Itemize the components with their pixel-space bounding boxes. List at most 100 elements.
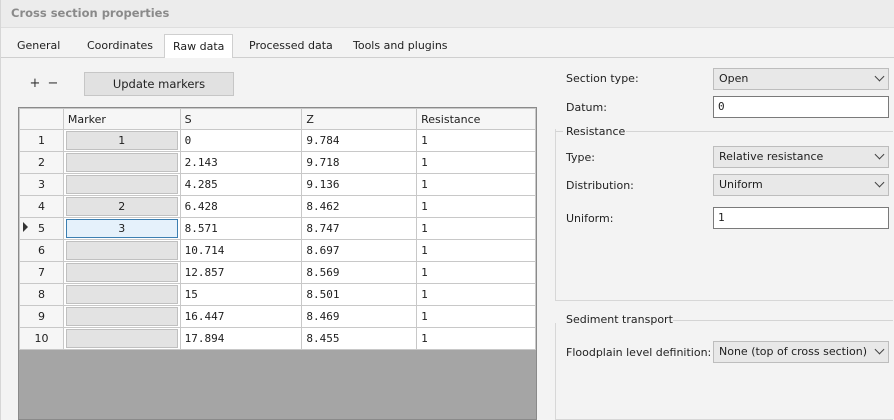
chevron-down-icon [874, 71, 885, 82]
z-cell[interactable]: 8.462 [301, 195, 418, 218]
resistance-cell[interactable]: 1 [416, 283, 536, 306]
resistance-cell[interactable]: 1 [416, 151, 536, 174]
row-header[interactable]: 1 [19, 129, 64, 152]
marker-cell-button[interactable] [65, 329, 178, 348]
row-header[interactable]: 5 [19, 217, 64, 240]
marker-cell-button[interactable] [65, 285, 178, 304]
remove-row-button[interactable]: − [45, 76, 61, 92]
resistance-type-label: Type: [566, 151, 595, 164]
table-row[interactable]: 4 2 6.428 8.462 1 [19, 195, 536, 218]
floodplain-level-dropdown[interactable]: None (top of cross section) [713, 341, 889, 363]
column-header-resistance[interactable]: Resistance [416, 108, 536, 130]
z-cell[interactable]: 8.501 [301, 283, 418, 306]
resistance-cell[interactable]: 1 [416, 195, 536, 218]
resistance-cell[interactable]: 1 [416, 173, 536, 196]
marker-cell-button[interactable] [65, 241, 178, 260]
s-cell[interactable]: 10.714 [179, 239, 303, 262]
z-cell[interactable]: 9.136 [301, 173, 418, 196]
sediment-transport-group-title: Sediment transport [566, 313, 673, 326]
tab-raw-data[interactable]: Raw data [164, 34, 234, 59]
group-line [626, 131, 893, 132]
cross-section-properties-window: Cross section properties General Coordin… [0, 0, 894, 420]
s-cell[interactable]: 17.894 [179, 327, 303, 350]
chevron-down-icon [874, 344, 885, 355]
marker-cell-button[interactable] [65, 175, 178, 194]
table-row[interactable]: 3 4.285 9.136 1 [19, 173, 536, 196]
tab-strip: General Coordinates Raw data Processed d… [1, 34, 894, 59]
z-cell[interactable]: 8.469 [301, 305, 418, 328]
update-markers-button[interactable]: Update markers [84, 72, 234, 96]
corner-header [19, 108, 64, 130]
section-type-label: Section type: [566, 72, 639, 85]
tab-tools-and-plugins[interactable]: Tools and plugins [345, 34, 456, 58]
group-line [673, 320, 893, 321]
group-line [555, 131, 563, 132]
floodplain-level-value: None (top of cross section) [719, 345, 868, 358]
resistance-type-value: Relative resistance [719, 150, 824, 163]
marker-cell-button[interactable] [65, 307, 178, 326]
z-cell[interactable]: 8.747 [301, 217, 418, 240]
row-header[interactable]: 6 [19, 239, 64, 262]
resistance-cell[interactable]: 1 [416, 129, 536, 152]
raw-data-grid[interactable]: Marker S Z Resistance 1 1 0 9.784 1 2 2.… [18, 107, 537, 420]
z-cell[interactable]: 8.569 [301, 261, 418, 284]
table-row[interactable]: 8 15 8.501 1 [19, 283, 536, 306]
resistance-cell[interactable]: 1 [416, 261, 536, 284]
marker-cell-button[interactable]: 3 [65, 219, 178, 238]
z-cell[interactable]: 9.718 [301, 151, 418, 174]
floodplain-level-label: Floodplain level definition: [566, 346, 712, 359]
datum-input[interactable]: 0 [713, 96, 889, 118]
row-header[interactable]: 4 [19, 195, 64, 218]
section-type-dropdown[interactable]: Open [713, 68, 889, 90]
s-cell[interactable]: 8.571 [179, 217, 303, 240]
table-row-selected[interactable]: 5 3 8.571 8.747 1 [19, 217, 536, 240]
table-row[interactable]: 10 17.894 8.455 1 [19, 327, 536, 350]
s-cell[interactable]: 15 [179, 283, 303, 306]
resistance-type-dropdown[interactable]: Relative resistance [713, 146, 889, 168]
marker-cell-button[interactable] [65, 263, 178, 282]
column-header-marker[interactable]: Marker [62, 108, 181, 130]
row-header[interactable]: 7 [19, 261, 64, 284]
distribution-value: Uniform [719, 178, 763, 191]
chevron-down-icon [874, 177, 885, 188]
s-cell[interactable]: 16.447 [179, 305, 303, 328]
table-row[interactable]: 2 2.143 9.718 1 [19, 151, 536, 174]
resistance-cell[interactable]: 1 [416, 305, 536, 328]
row-header[interactable]: 9 [19, 305, 64, 328]
sediment-transport-group-box [555, 323, 893, 420]
column-header-s[interactable]: S [179, 108, 303, 130]
marker-cell-button[interactable]: 1 [65, 131, 178, 150]
table-row[interactable]: 1 1 0 9.784 1 [19, 129, 536, 152]
tab-coordinates[interactable]: Coordinates [79, 34, 161, 58]
add-row-button[interactable]: + [27, 76, 43, 92]
s-cell[interactable]: 4.285 [179, 173, 303, 196]
row-header[interactable]: 8 [19, 283, 64, 306]
distribution-dropdown[interactable]: Uniform [713, 174, 889, 196]
resistance-cell[interactable]: 1 [416, 239, 536, 262]
resistance-cell[interactable]: 1 [416, 327, 536, 350]
resistance-group-title: Resistance [566, 125, 626, 138]
distribution-label: Distribution: [566, 179, 634, 192]
column-header-z[interactable]: Z [301, 108, 418, 130]
raw-data-panel: + − Update markers Marker S Z Resistance [1, 58, 894, 420]
table-row[interactable]: 9 16.447 8.469 1 [19, 305, 536, 328]
uniform-input[interactable]: 1 [713, 207, 889, 229]
row-header[interactable]: 10 [19, 327, 64, 350]
z-cell[interactable]: 8.697 [301, 239, 418, 262]
s-cell[interactable]: 2.143 [179, 151, 303, 174]
row-header[interactable]: 2 [19, 151, 64, 174]
marker-cell-button[interactable] [65, 153, 178, 172]
table-row[interactable]: 6 10.714 8.697 1 [19, 239, 536, 262]
s-cell[interactable]: 0 [179, 129, 303, 152]
s-cell[interactable]: 6.428 [179, 195, 303, 218]
marker-cell-button[interactable]: 2 [65, 197, 178, 216]
tab-processed-data[interactable]: Processed data [241, 34, 341, 58]
z-cell[interactable]: 8.455 [301, 327, 418, 350]
row-header[interactable]: 3 [19, 173, 64, 196]
raw-data-table: Marker S Z Resistance 1 1 0 9.784 1 2 2.… [19, 108, 536, 350]
tab-general[interactable]: General [9, 34, 68, 58]
resistance-cell[interactable]: 1 [416, 217, 536, 240]
z-cell[interactable]: 9.784 [301, 129, 418, 152]
s-cell[interactable]: 12.857 [179, 261, 303, 284]
table-row[interactable]: 7 12.857 8.569 1 [19, 261, 536, 284]
